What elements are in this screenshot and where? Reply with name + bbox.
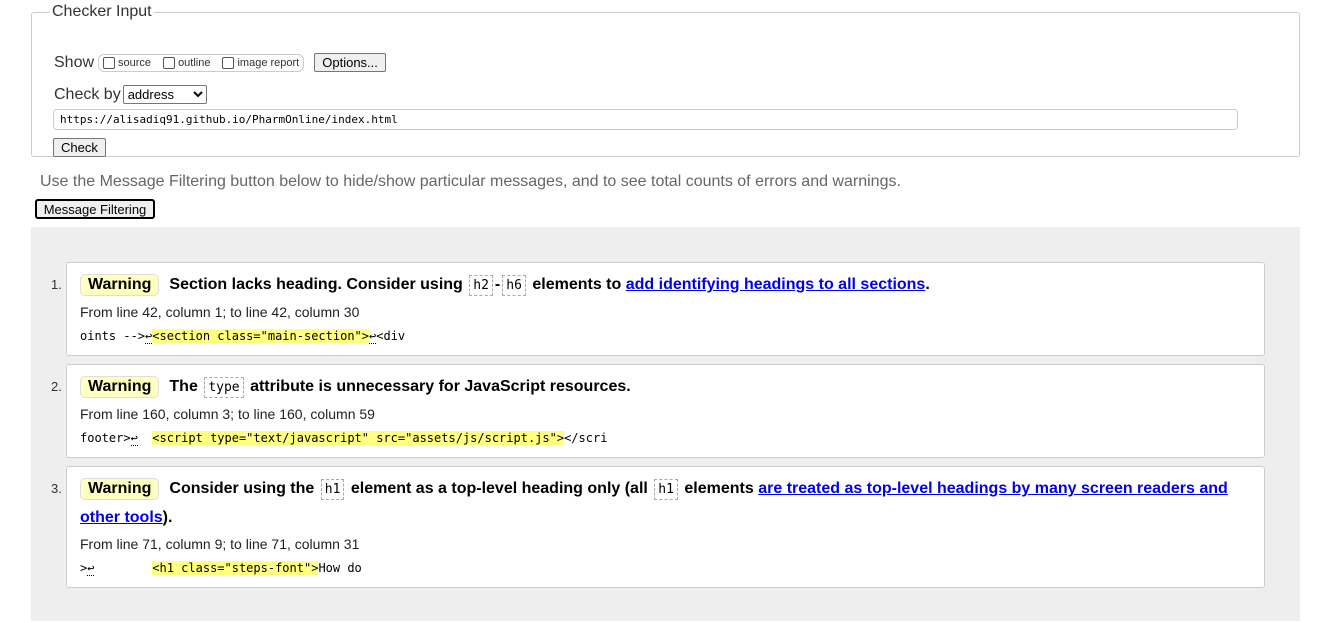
code-h1: h1 bbox=[320, 479, 345, 500]
check-button[interactable]: Check bbox=[53, 138, 106, 157]
highlighted-code: <section class="main-section"> bbox=[152, 329, 370, 343]
message-location: From line 160, column 3; to line 160, co… bbox=[80, 406, 375, 422]
headings-link[interactable]: add identifying headings to all sections bbox=[626, 276, 926, 293]
source-extract: footer>↩ <script type="text/javascript" … bbox=[80, 431, 608, 446]
return-icon: ↩ bbox=[130, 431, 138, 446]
check-by-row: Check by address bbox=[54, 85, 207, 104]
show-row: Show source outline image report Options… bbox=[54, 53, 386, 72]
warning-badge: Warning bbox=[80, 478, 160, 500]
message-text: Warning Consider using the h1 element as … bbox=[80, 478, 1228, 526]
check-by-select[interactable]: address bbox=[122, 85, 207, 104]
check-by-label: Check by bbox=[54, 85, 121, 103]
checkbox-icon[interactable] bbox=[103, 56, 116, 69]
outline-label: outline bbox=[178, 56, 211, 69]
checkbox-icon[interactable] bbox=[163, 56, 176, 69]
source-label: source bbox=[118, 56, 152, 69]
checker-input-legend: Checker Input bbox=[52, 3, 152, 20]
message-item: Warning Consider using the h1 element as … bbox=[66, 466, 1265, 588]
message-location: From line 71, column 9; to line 71, colu… bbox=[80, 536, 360, 552]
message-item: Warning Section lacks heading. Consider u… bbox=[66, 262, 1265, 356]
warning-badge: Warning bbox=[80, 274, 160, 296]
show-options-group: source outline image report bbox=[98, 53, 305, 72]
code-h2: h2 bbox=[469, 275, 493, 296]
options-button[interactable]: Options... bbox=[314, 53, 386, 72]
message-location: From line 42, column 1; to line 42, colu… bbox=[80, 304, 360, 320]
message-filtering-button[interactable]: Message Filtering bbox=[35, 199, 155, 219]
image-report-label: image report bbox=[237, 56, 300, 69]
checkbox-icon[interactable] bbox=[222, 56, 235, 69]
show-label: Show bbox=[54, 53, 95, 71]
source-extract: oints -->↩<section class="main-section">… bbox=[80, 329, 406, 344]
message-text: Warning Section lacks heading. Consider u… bbox=[80, 271, 1251, 300]
message-number: 3. bbox=[51, 481, 62, 496]
code-h6: h6 bbox=[502, 275, 526, 296]
source-checkbox[interactable]: source bbox=[103, 56, 152, 69]
url-input[interactable]: https://alisadiq91.github.io/PharmOnline… bbox=[53, 109, 1238, 130]
warning-badge: Warning bbox=[80, 376, 160, 398]
info-text: Use the Message Filtering button below t… bbox=[40, 173, 901, 190]
message-item: Warning The type attribute is unnecessary… bbox=[66, 364, 1265, 458]
image-report-checkbox[interactable]: image report bbox=[222, 56, 300, 69]
message-number: 2. bbox=[51, 379, 62, 394]
outline-checkbox[interactable]: outline bbox=[163, 56, 211, 69]
code-type: type bbox=[204, 377, 244, 398]
checker-input-fieldset: Checker Input Show source outline image … bbox=[31, 3, 1300, 157]
highlighted-code: <h1 class="steps-font"> bbox=[152, 561, 319, 575]
source-extract: >↩ <h1 class="steps-font">How do bbox=[80, 561, 362, 576]
highlighted-code: <script type="text/javascript" src="asse… bbox=[152, 431, 565, 445]
code-h1: h1 bbox=[654, 479, 678, 500]
message-number: 1. bbox=[51, 277, 62, 292]
message-text: Warning The type attribute is unnecessary… bbox=[80, 373, 1251, 402]
